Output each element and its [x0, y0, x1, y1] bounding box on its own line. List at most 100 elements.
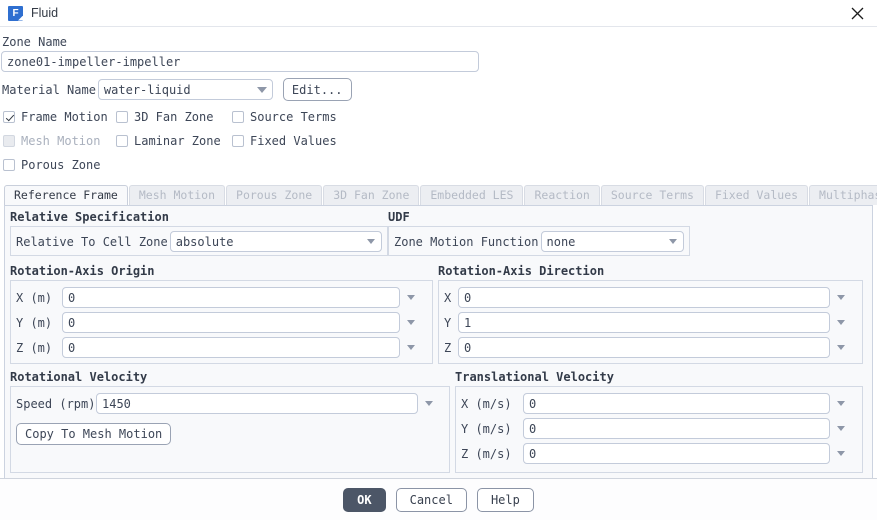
checkbox-label: Fixed Values — [250, 134, 337, 148]
translational-z-input[interactable] — [523, 443, 830, 464]
direction-z-row: Z — [444, 335, 857, 360]
relative-to-cell-zone-value: absolute — [175, 234, 234, 249]
speed-input[interactable] — [96, 393, 418, 414]
zone-motion-function-value: none — [546, 234, 576, 249]
checkbox-mesh-motion: Mesh Motion — [3, 134, 116, 148]
checkbox-box — [232, 111, 244, 123]
help-button[interactable]: Help — [476, 487, 534, 512]
zone-settings-form: Zone Name Material Name water-liquid Edi… — [0, 27, 877, 177]
material-name-value: water-liquid — [103, 82, 191, 97]
chevron-down-icon[interactable] — [830, 320, 852, 325]
reference-frame-panel: Relative Specification Relative To Cell … — [4, 205, 873, 482]
chevron-down-icon[interactable] — [400, 345, 422, 350]
title-bar: Fluid — [0, 0, 877, 27]
checkbox-source-terms[interactable]: Source Terms — [232, 110, 337, 124]
checkbox-row-2: Mesh Motion Laminar Zone Fixed Values — [3, 129, 877, 153]
rotation-axis-origin-group: Rotation-Axis Origin X (m) Y (m) Z (m) — [10, 264, 433, 364]
checkbox-box — [3, 135, 15, 147]
checkbox-row-3: Porous Zone — [3, 153, 877, 177]
checkbox-frame-motion[interactable]: Frame Motion — [3, 110, 116, 124]
checkbox-box — [3, 111, 15, 123]
relative-to-cell-zone-dropdown[interactable]: absolute — [169, 231, 382, 252]
edit-material-button[interactable]: Edit... — [282, 78, 352, 101]
origin-z-label: Z (m) — [16, 340, 53, 355]
checkbox-3d-fan-zone[interactable]: 3D Fan Zone — [116, 110, 232, 124]
tab-mesh-motion[interactable]: Mesh Motion — [128, 185, 226, 205]
tab-reaction[interactable]: Reaction — [524, 185, 600, 205]
relative-to-cell-zone-label: Relative To Cell Zone — [16, 234, 168, 249]
chevron-down-icon[interactable] — [418, 401, 440, 406]
direction-y-label: Y — [444, 315, 452, 330]
origin-x-input[interactable] — [62, 287, 400, 308]
origin-y-input[interactable] — [62, 312, 400, 333]
chevron-down-icon — [361, 239, 381, 244]
chevron-down-icon[interactable] — [400, 320, 422, 325]
zone-motion-function-dropdown[interactable]: none — [540, 231, 684, 252]
group-title: Relative Specification — [10, 210, 169, 224]
direction-x-row: X — [444, 285, 857, 310]
tab-porous-zone[interactable]: Porous Zone — [226, 185, 323, 205]
checkbox-label: Frame Motion — [21, 110, 108, 124]
direction-x-label: X — [444, 290, 452, 305]
origin-y-label: Y (m) — [16, 315, 53, 330]
chevron-down-icon[interactable] — [830, 451, 852, 456]
dialog-footer: OK Cancel Help — [0, 479, 877, 520]
zone-motion-function-label: Zone Motion Function — [394, 234, 539, 249]
udf-group: UDF Zone Motion Function none — [388, 210, 690, 256]
translational-z-row: Z (m/s) — [461, 441, 857, 466]
checkbox-label: Mesh Motion — [21, 134, 101, 148]
translational-x-input[interactable] — [523, 393, 830, 414]
tab-3d-fan-zone[interactable]: 3D Fan Zone — [323, 185, 420, 205]
origin-x-label: X (m) — [16, 290, 53, 305]
tab-fixed-values[interactable]: Fixed Values — [704, 185, 809, 205]
rotational-velocity-group: Rotational Velocity Speed (rpm) Copy To … — [10, 370, 450, 473]
translational-y-input[interactable] — [523, 418, 830, 439]
relative-specification-group: Relative Specification Relative To Cell … — [10, 210, 388, 256]
close-icon[interactable] — [837, 0, 877, 26]
tab-multiphase[interactable]: Multiphase — [809, 185, 877, 205]
origin-z-input[interactable] — [62, 337, 400, 358]
chevron-down-icon[interactable] — [400, 295, 422, 300]
group-title: Translational Velocity — [455, 370, 614, 384]
translational-y-row: Y (m/s) — [461, 416, 857, 441]
checkbox-laminar-zone[interactable]: Laminar Zone — [116, 134, 232, 148]
direction-z-input[interactable] — [458, 337, 830, 358]
origin-y-row: Y (m) — [16, 310, 427, 335]
translational-x-row: X (m/s) — [461, 391, 857, 416]
direction-x-input[interactable] — [458, 287, 830, 308]
speed-label: Speed (rpm) — [16, 396, 96, 411]
group-title: Rotation-Axis Direction — [438, 264, 605, 278]
checkbox-fixed-values[interactable]: Fixed Values — [232, 134, 337, 148]
tab-bar: Reference Frame Mesh Motion Porous Zone … — [0, 184, 877, 205]
checkbox-label: Porous Zone — [21, 158, 101, 172]
chevron-down-icon[interactable] — [830, 295, 852, 300]
copy-to-mesh-motion-button[interactable]: Copy To Mesh Motion — [16, 423, 172, 445]
chevron-down-icon[interactable] — [830, 426, 852, 431]
material-name-label: Material Name — [2, 82, 96, 97]
translational-y-label: Y (m/s) — [461, 421, 512, 436]
chevron-down-icon[interactable] — [830, 345, 852, 350]
cancel-button[interactable]: Cancel — [395, 487, 467, 512]
chevron-down-icon — [663, 239, 683, 244]
checkbox-box — [116, 135, 128, 147]
zone-name-label: Zone Name — [2, 35, 68, 49]
tab-embedded-les[interactable]: Embedded LES — [420, 185, 524, 205]
zone-name-input[interactable] — [1, 51, 479, 72]
speed-row: Speed (rpm) — [16, 391, 444, 416]
tab-reference-frame[interactable]: Reference Frame — [4, 185, 128, 205]
material-name-dropdown[interactable]: water-liquid — [97, 79, 273, 100]
checkbox-label: 3D Fan Zone — [134, 110, 214, 124]
tab-source-terms[interactable]: Source Terms — [600, 185, 704, 205]
checkbox-row-1: Frame Motion 3D Fan Zone Source Terms — [3, 105, 877, 129]
chevron-down-icon[interactable] — [830, 401, 852, 406]
translational-velocity-group: Translational Velocity X (m/s) Y (m/s) Z… — [455, 370, 863, 473]
group-title: UDF — [388, 210, 410, 224]
checkbox-label: Laminar Zone — [134, 134, 221, 148]
ok-button[interactable]: OK — [343, 487, 386, 512]
checkbox-porous-zone[interactable]: Porous Zone — [3, 158, 116, 172]
checkbox-label: Source Terms — [250, 110, 337, 124]
direction-y-input[interactable] — [458, 312, 830, 333]
checkbox-box — [116, 111, 128, 123]
origin-z-row: Z (m) — [16, 335, 427, 360]
group-title: Rotational Velocity — [10, 370, 148, 384]
